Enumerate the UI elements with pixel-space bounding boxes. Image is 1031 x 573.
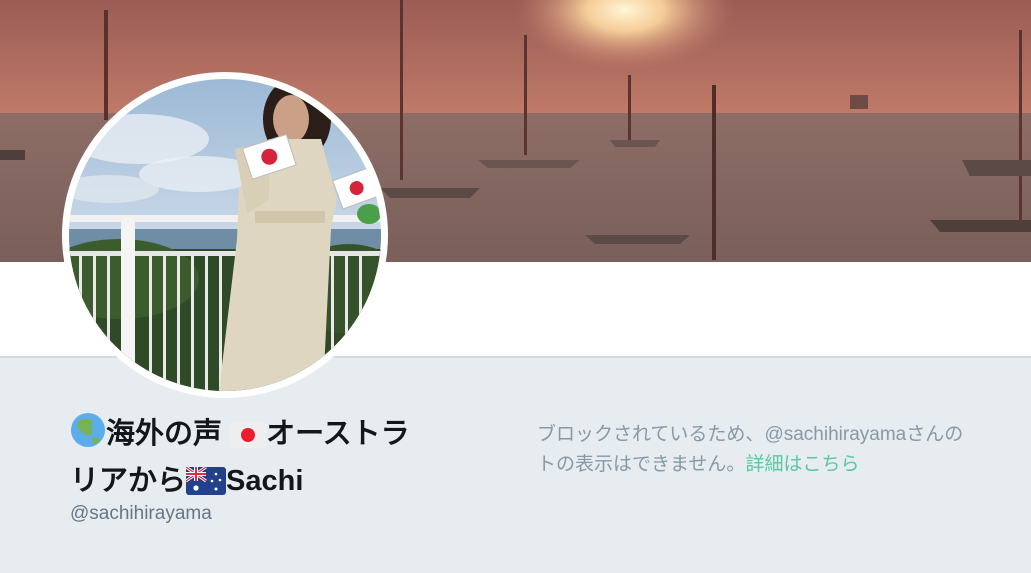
name-text-4: Sachi bbox=[226, 465, 304, 497]
blocked-message: ブロックされているため、@sachihirayamaさんの トの表示はできません… bbox=[537, 420, 1031, 480]
name-text-3: リアから bbox=[70, 465, 187, 497]
blocked-message-prefix: ブロックされているため、 bbox=[537, 424, 765, 445]
globe-asia-icon bbox=[70, 412, 106, 460]
australia-flag-icon bbox=[185, 465, 227, 507]
japan-flag-icon bbox=[230, 418, 267, 460]
blocked-message-handle: @sachihirayama bbox=[764, 424, 907, 445]
name-text-1: 海外の声 bbox=[106, 418, 223, 450]
blocked-message-text: トの表示はできません。 bbox=[537, 454, 746, 475]
learn-more-link[interactable]: 詳細はこちら bbox=[745, 454, 859, 475]
blocked-message-line-2: トの表示はできません。詳細はこちら bbox=[537, 450, 1031, 480]
profile-avatar[interactable] bbox=[62, 72, 388, 398]
avatar-photo bbox=[69, 79, 381, 391]
profile-display-name: 海外の声 オーストラ リアから Sachi bbox=[70, 412, 470, 507]
blocked-message-suffix: さんの bbox=[906, 424, 964, 445]
name-text-2: オーストラ bbox=[266, 418, 410, 450]
blocked-message-line-1: ブロックされているため、@sachihirayamaさんの bbox=[537, 420, 1031, 450]
profile-handle[interactable]: @sachihirayama bbox=[70, 503, 212, 525]
